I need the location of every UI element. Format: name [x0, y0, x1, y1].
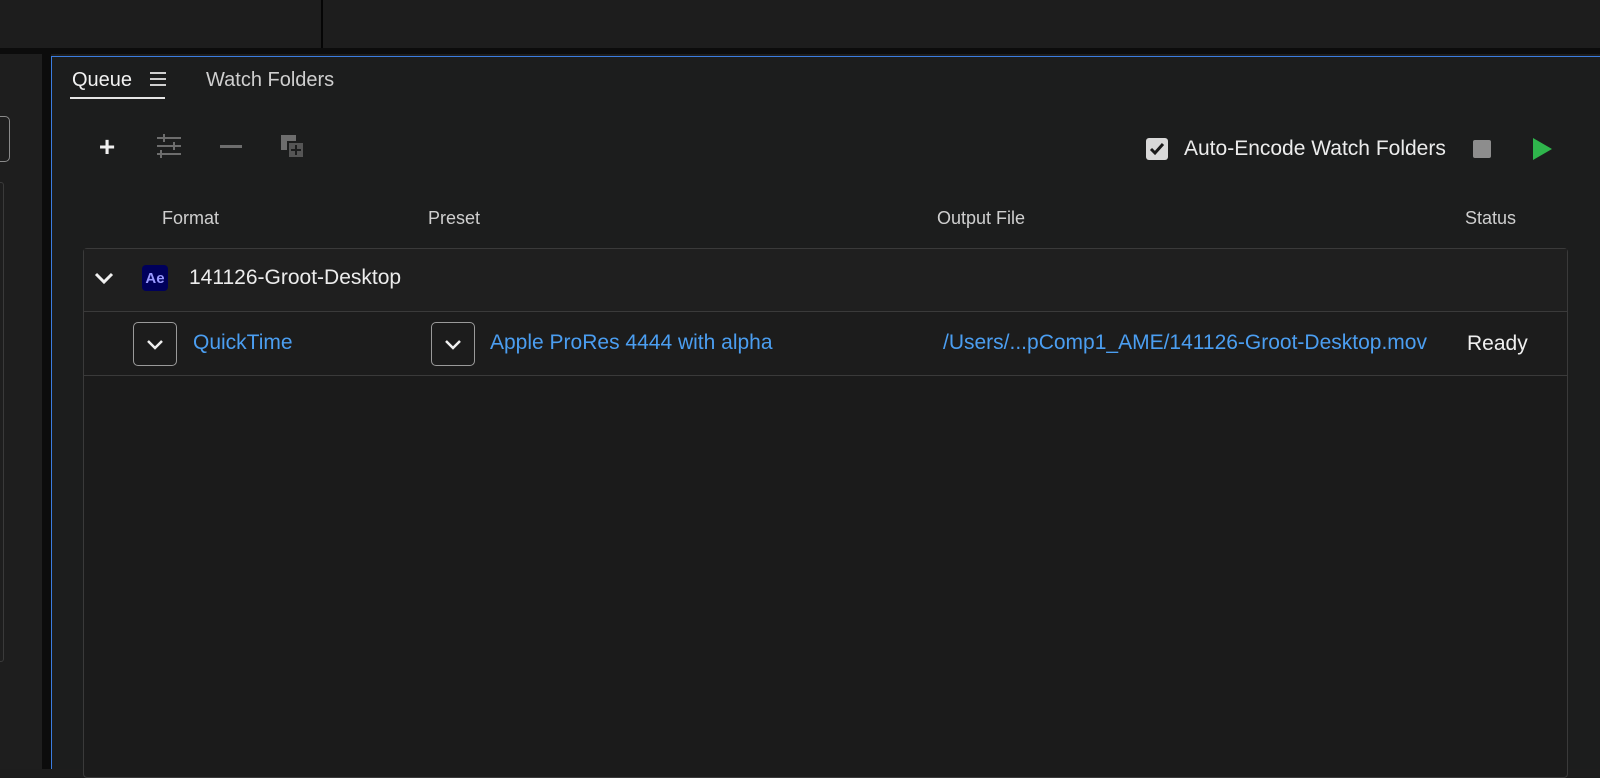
remove-button[interactable] — [216, 132, 246, 162]
auto-encode-label: Auto-Encode Watch Folders — [1184, 137, 1446, 160]
plus-icon: + — [98, 131, 116, 162]
tab-queue-label: Queue — [72, 69, 133, 91]
format-dropdown-button[interactable] — [133, 322, 177, 366]
duplicate-button[interactable] — [278, 132, 308, 162]
output-file-link[interactable]: /Users/...pComp1_AME/141126-Groot-Deskto… — [943, 331, 1427, 355]
chevron-down-icon — [445, 340, 461, 350]
auto-encode-checkbox[interactable] — [1146, 138, 1168, 160]
tab-watch-folders[interactable]: Watch Folders — [206, 69, 334, 92]
chevron-down-icon — [147, 340, 163, 350]
left-panel-content — [0, 182, 4, 662]
preset-dropdown-button[interactable] — [431, 322, 475, 366]
panel-gutter[interactable] — [42, 54, 51, 769]
status-label: Ready — [1467, 332, 1528, 355]
chevron-down-icon[interactable] — [94, 271, 114, 285]
auto-encode-toggle[interactable]: Auto-Encode Watch Folders — [1146, 137, 1446, 161]
column-header-status[interactable]: Status — [1465, 208, 1516, 229]
panel-divider[interactable] — [321, 0, 323, 48]
top-panel-area — [0, 0, 1600, 54]
preset-link[interactable]: Apple ProRes 4444 with alpha — [490, 331, 773, 355]
column-header-format[interactable]: Format — [162, 208, 219, 229]
sliders-icon — [157, 134, 181, 158]
checkmark-icon — [1149, 143, 1165, 156]
tab-watch-folders-label: Watch Folders — [206, 69, 335, 91]
stop-button[interactable] — [1473, 140, 1491, 158]
preset-settings-button[interactable] — [154, 132, 184, 162]
panel-menu-icon[interactable] — [149, 71, 166, 86]
left-panel — [0, 54, 42, 769]
column-header-preset[interactable]: Preset — [428, 208, 480, 229]
column-header-output-file[interactable]: Output File — [937, 208, 1025, 229]
group-source-name: 141126-Groot-Desktop — [189, 266, 402, 289]
minus-icon — [220, 145, 242, 148]
queue-list: Ae 141126-Groot-Desktop QuickTime Apple … — [83, 248, 1568, 778]
queue-item-row[interactable]: QuickTime Apple ProRes 4444 with alpha /… — [84, 312, 1567, 376]
add-source-button[interactable]: + — [92, 132, 122, 162]
left-panel-control[interactable] — [0, 116, 10, 162]
panel-separator — [0, 48, 1600, 54]
duplicate-icon — [281, 135, 305, 159]
queue-group-row[interactable]: Ae 141126-Groot-Desktop — [84, 249, 1567, 312]
start-queue-button[interactable] — [1533, 138, 1552, 160]
after-effects-icon: Ae — [142, 265, 168, 291]
tab-queue[interactable]: Queue — [70, 69, 166, 99]
active-tab-underline — [70, 97, 165, 99]
format-link[interactable]: QuickTime — [193, 331, 293, 355]
